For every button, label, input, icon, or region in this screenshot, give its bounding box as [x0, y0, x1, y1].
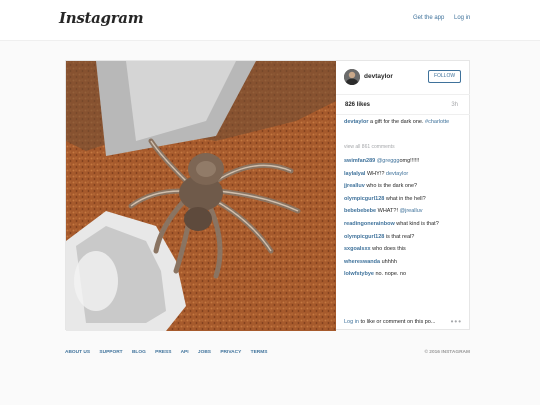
owner-username[interactable]: devtaylor	[364, 73, 393, 80]
comment-username[interactable]: olympicgurl128	[344, 234, 384, 240]
comment-username[interactable]: lolwfstybye	[344, 271, 374, 277]
post-header: devtaylor FOLLOW	[336, 61, 470, 95]
footer-link-support[interactable]: SUPPORT	[99, 350, 122, 355]
caption-username[interactable]: devtaylor	[344, 119, 368, 125]
instagram-logo[interactable]: Instagram	[59, 9, 144, 27]
login-prompt: Log in to like or comment on this po...	[344, 319, 435, 325]
tarantula-photo-image	[66, 61, 336, 331]
comment-row: sxgoalsxx who does this	[344, 245, 468, 258]
comment-text: is that real?	[385, 233, 415, 240]
comment-text: omg!!!!!!	[399, 158, 420, 164]
comment-row: bebebebebe WHAT?! @jrealluv	[344, 207, 468, 220]
view-all-comments-link[interactable]: view all 861 comments	[344, 144, 468, 150]
post-caption: devtaylor a gift for the dark one. #char…	[344, 118, 468, 126]
post-age[interactable]: 3h	[451, 102, 458, 108]
comment-username[interactable]: sxgoalsxx	[344, 246, 371, 252]
footer-link-jobs[interactable]: JOBS	[198, 350, 211, 355]
footer-link-terms[interactable]: TERMS	[251, 350, 268, 355]
comment-text: uhhhh	[381, 258, 397, 265]
post-photo	[66, 61, 336, 331]
footer-link-about[interactable]: ABOUT US	[65, 350, 90, 355]
comment-text: who does this	[372, 246, 406, 253]
comment-row: whereswanda uhhhh	[344, 258, 468, 271]
login-prompt-text: to like or comment on this po...	[359, 319, 436, 325]
comments-section: devtaylor a gift for the dark one. #char…	[344, 118, 468, 283]
comment-row: swimfan289 @gregggomg!!!!!!	[344, 157, 468, 170]
comment-text: who is the dark one?	[366, 183, 418, 190]
more-options-icon[interactable]: •••	[451, 317, 462, 326]
comment-text: no. nope. no	[375, 271, 407, 278]
top-navigation-bar: Instagram Get the app Log in	[0, 0, 540, 41]
footer-link-api[interactable]: API	[181, 350, 189, 355]
footer-link-privacy[interactable]: PRIVACY	[220, 350, 241, 355]
caption-hashtag[interactable]: #charlotte	[425, 119, 449, 125]
comment-row: olympicgurl128 is that real?	[344, 233, 468, 246]
avatar-image	[344, 69, 360, 85]
likes-count[interactable]: 826 likes	[345, 102, 370, 108]
likes-row: 826 likes 3h	[336, 95, 470, 115]
caption-text: a gift for the dark one.	[370, 119, 426, 125]
comment-row: readingonerainbow what kind is that?	[344, 220, 468, 233]
comment-username[interactable]: olympicgurl128	[344, 196, 384, 202]
footer-links: ABOUT US SUPPORT BLOG PRESS API JOBS PRI…	[65, 350, 275, 355]
login-prompt-bar: Log in to like or comment on this po... …	[336, 314, 470, 329]
get-the-app-link[interactable]: Get the app	[413, 15, 444, 21]
comment-username[interactable]: readingonerainbow	[344, 221, 395, 227]
footer-link-blog[interactable]: BLOG	[132, 350, 146, 355]
comment-mention[interactable]: @jrealluv	[400, 208, 423, 214]
comment-text: what in the hell?	[385, 195, 426, 202]
comment-username[interactable]: whereswanda	[344, 259, 380, 265]
comment-username[interactable]: swimfan289	[344, 158, 375, 164]
post-card: devtaylor FOLLOW 826 likes 3h devtaylor …	[65, 60, 470, 331]
comment-row: laylalyal WHY!? devtaylor	[344, 170, 468, 183]
footer-link-press[interactable]: PRESS	[155, 350, 171, 355]
comment-text: what kind is that?	[396, 220, 439, 227]
comment-row: lolwfstybye no. nope. no	[344, 270, 468, 283]
comment-row: jjrealluv who is the dark one?	[344, 182, 468, 195]
comment-username[interactable]: jjrealluv	[344, 183, 365, 189]
follow-button[interactable]: FOLLOW	[428, 70, 461, 83]
comment-username[interactable]: bebebebebe	[344, 208, 376, 214]
comment-mention[interactable]: devtaylor	[386, 171, 408, 177]
login-prompt-link[interactable]: Log in	[344, 319, 359, 325]
comment-text: WHY!?	[366, 170, 386, 177]
post-sidebar: devtaylor FOLLOW 826 likes 3h devtaylor …	[336, 61, 470, 329]
copyright-text: © 2016 INSTAGRAM	[424, 350, 470, 355]
comment-row: olympicgurl128 what in the hell?	[344, 195, 468, 208]
login-link[interactable]: Log in	[454, 15, 470, 21]
comment-mention[interactable]: @greggg	[377, 158, 400, 164]
owner-avatar[interactable]	[344, 69, 360, 85]
comment-username[interactable]: laylalyal	[344, 171, 365, 177]
comment-text: WHAT?!	[377, 208, 400, 215]
